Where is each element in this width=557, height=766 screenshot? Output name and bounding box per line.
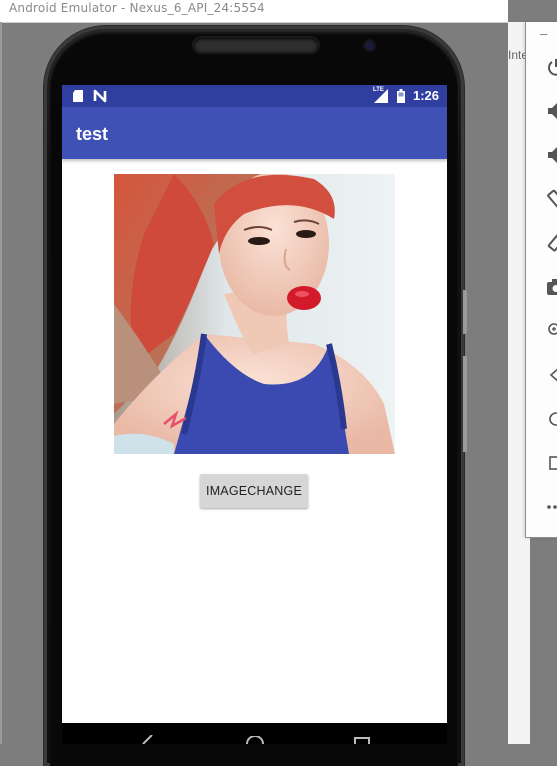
photo-image [114, 174, 395, 454]
nav-recents-icon[interactable] [354, 737, 370, 744]
app-bar: test [62, 107, 447, 159]
emulator-toolbar: – [525, 22, 557, 538]
device-screen: LTE 1:26 test [62, 85, 447, 723]
status-time: 1:26 [413, 88, 439, 103]
emulator-title-bar[interactable]: Android Emulator - Nexus_6_API_24:5554 [0, 0, 508, 23]
rotate-left-icon[interactable] [545, 188, 557, 210]
front-camera [365, 41, 374, 50]
app-title: test [76, 124, 108, 145]
rotate-right-icon[interactable] [545, 232, 557, 254]
n-notification-icon [93, 89, 107, 103]
more-icon[interactable] [545, 496, 557, 518]
signal-icon [373, 89, 389, 103]
zoom-icon[interactable] [545, 320, 557, 342]
overview-icon[interactable] [545, 452, 557, 474]
power-icon[interactable] [545, 56, 557, 78]
battery-icon [397, 89, 405, 103]
navigation-bar [62, 723, 447, 744]
status-bar: LTE 1:26 [62, 85, 447, 107]
left-edge [0, 22, 2, 744]
phone-volume-button [463, 356, 467, 452]
nav-home-icon[interactable] [246, 736, 264, 744]
image-change-button[interactable]: IMAGECHANGE [200, 474, 308, 508]
emulator-title: Android Emulator - Nexus_6_API_24:5554 [9, 1, 265, 15]
minimize-button[interactable]: – [540, 26, 547, 41]
back-icon[interactable] [545, 364, 557, 386]
phone-side-button [463, 290, 467, 334]
sd-card-icon [72, 89, 84, 103]
phone-speaker [194, 38, 318, 52]
nav-back-icon[interactable] [140, 735, 156, 744]
volume-up-icon[interactable] [545, 100, 557, 122]
volume-down-icon[interactable] [545, 144, 557, 166]
home-icon[interactable] [545, 408, 557, 430]
camera-icon[interactable] [545, 276, 557, 298]
